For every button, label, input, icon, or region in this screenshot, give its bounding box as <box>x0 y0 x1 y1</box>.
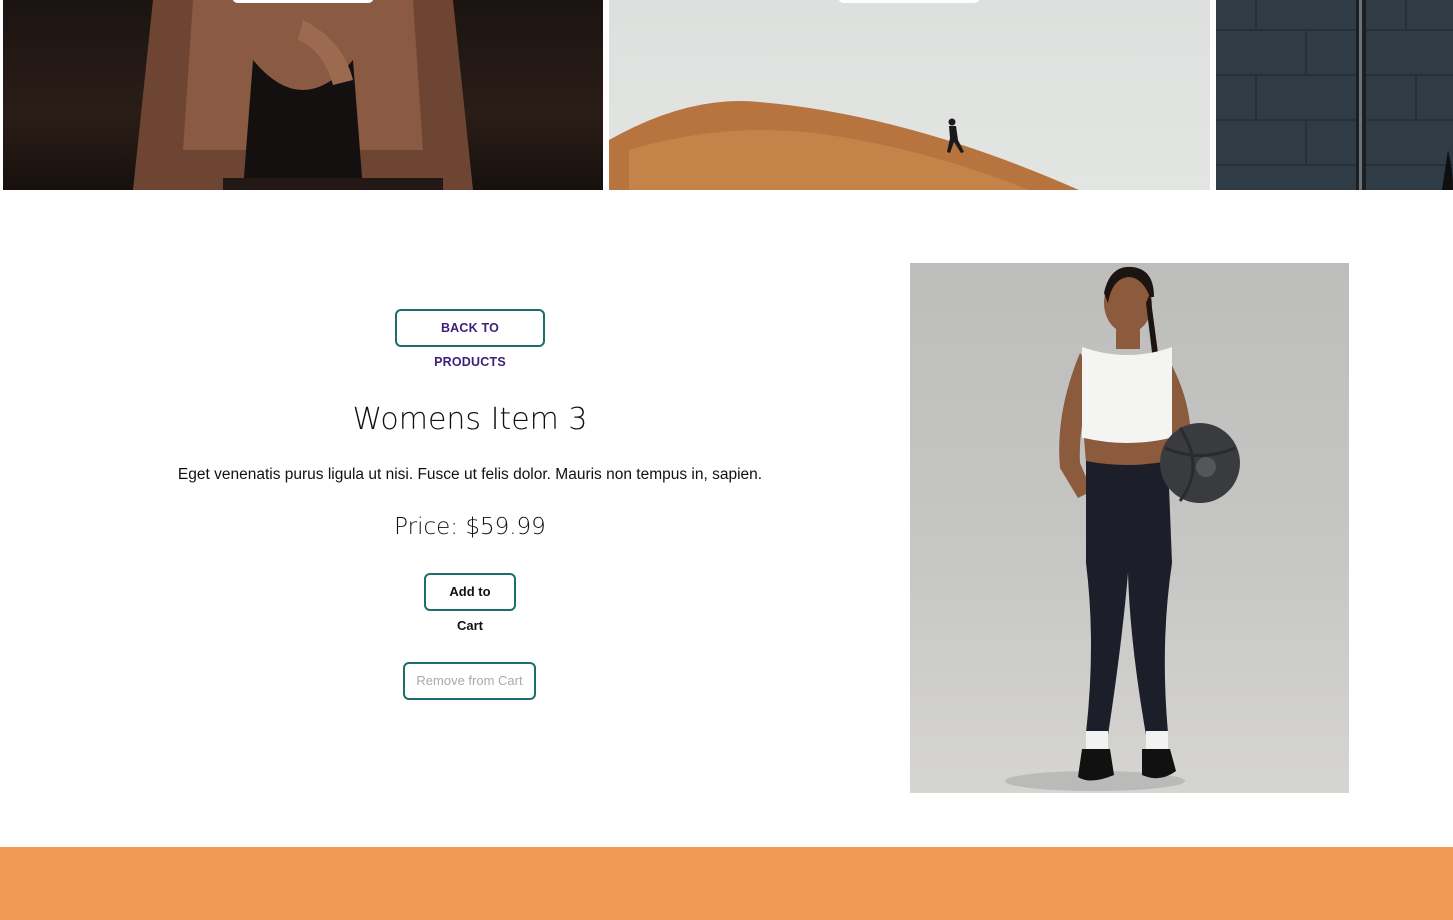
back-to-products-button[interactable]: BACK TO PRODUCTS <box>395 309 545 369</box>
hero-image-strip <box>0 0 1453 190</box>
hero-tile-runner[interactable] <box>609 0 1210 190</box>
product-image <box>910 263 1349 793</box>
product-photo-icon <box>1005 266 1240 791</box>
runner-on-rock-photo-icon <box>609 101 1079 190</box>
remove-from-cart-button[interactable]: Remove from Cart <box>403 662 536 700</box>
product-description: Eget venenatis purus ligula ut nisi. Fus… <box>177 466 763 483</box>
product-price: Price: $59.99 <box>394 514 546 540</box>
product-page: BACK TO PRODUCTS Womens Item 3 Eget vene… <box>0 0 1453 920</box>
hero-tile-athlete[interactable] <box>3 0 603 190</box>
footer-band <box>0 847 1453 920</box>
hero-tile-button[interactable] <box>232 0 374 3</box>
hero-tile-gym[interactable] <box>1216 0 1453 190</box>
add-to-cart-button[interactable]: Add to Cart <box>424 573 516 633</box>
product-title: Womens Item 3 <box>352 402 588 437</box>
hero-tile-button[interactable] <box>838 0 980 3</box>
gym-wall-photo-icon <box>1216 0 1453 190</box>
athlete-back-photo-icon <box>133 0 473 190</box>
